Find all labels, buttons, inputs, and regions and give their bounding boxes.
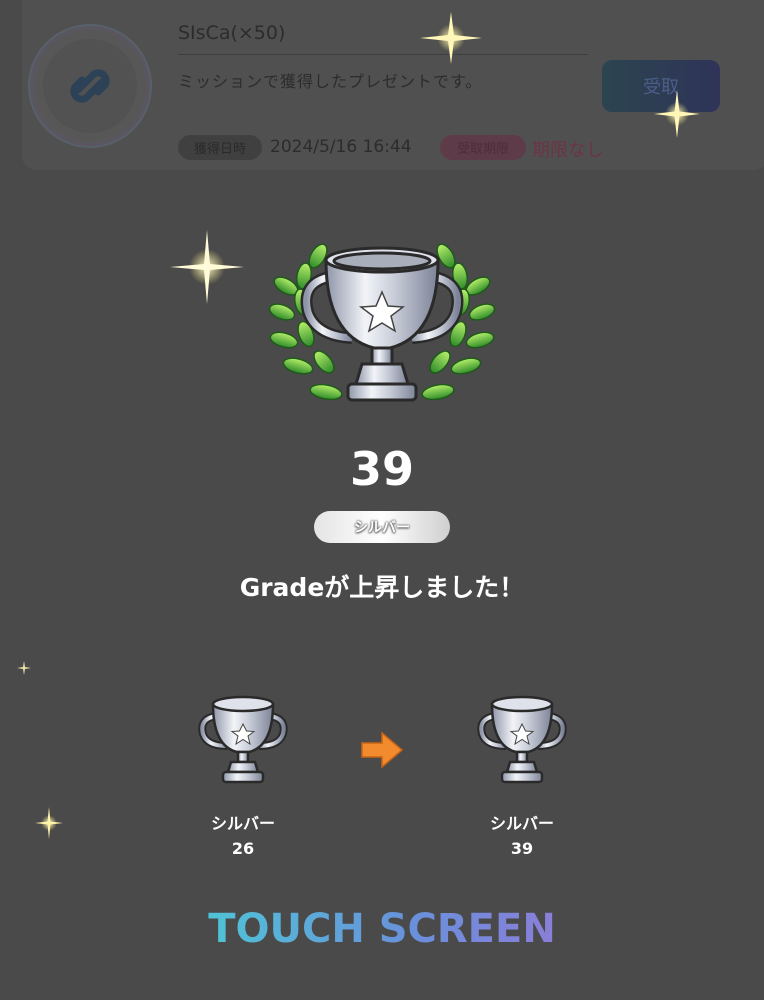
sparkle-icon — [170, 230, 244, 304]
sparkle-icon — [420, 12, 482, 64]
present-description: ミッションで獲得したプレゼントです。 — [178, 72, 483, 91]
acquired-date-badge: 獲得日時 — [178, 135, 262, 160]
sparkle-icon — [35, 807, 63, 839]
sisca-logo-icon — [70, 69, 110, 103]
touch-screen-label: TOUCH SCREEN — [208, 906, 556, 952]
sisca-app-icon — [34, 30, 146, 142]
sparkle-icon — [17, 661, 31, 675]
silver-trophy-before-icon — [198, 695, 288, 784]
deadline-value: 期限なし — [532, 140, 604, 161]
after-rank-label: シルバー — [489, 814, 554, 833]
silver-trophy-after-icon — [477, 695, 567, 784]
deadline-badge: 受取期限 — [440, 135, 526, 160]
arrow-right-icon — [361, 731, 404, 769]
present-title: SIsCa(×50) — [178, 22, 286, 44]
grade-number: 39 — [349, 442, 414, 496]
after-grade-value: 39 — [510, 839, 534, 858]
touch-screen-prompt[interactable]: TOUCH SCREEN — [0, 906, 764, 952]
rank-badge: シルバー — [314, 511, 450, 543]
acquired-date-value: 2024/5/16 16:44 — [270, 137, 412, 157]
before-grade-value: 26 — [231, 839, 255, 858]
divider — [178, 54, 588, 55]
grade-up-message: Gradeが上昇しました！ — [239, 573, 525, 602]
before-rank-label: シルバー — [210, 814, 275, 833]
silver-trophy-icon — [268, 243, 496, 402]
sparkle-icon — [654, 90, 700, 138]
